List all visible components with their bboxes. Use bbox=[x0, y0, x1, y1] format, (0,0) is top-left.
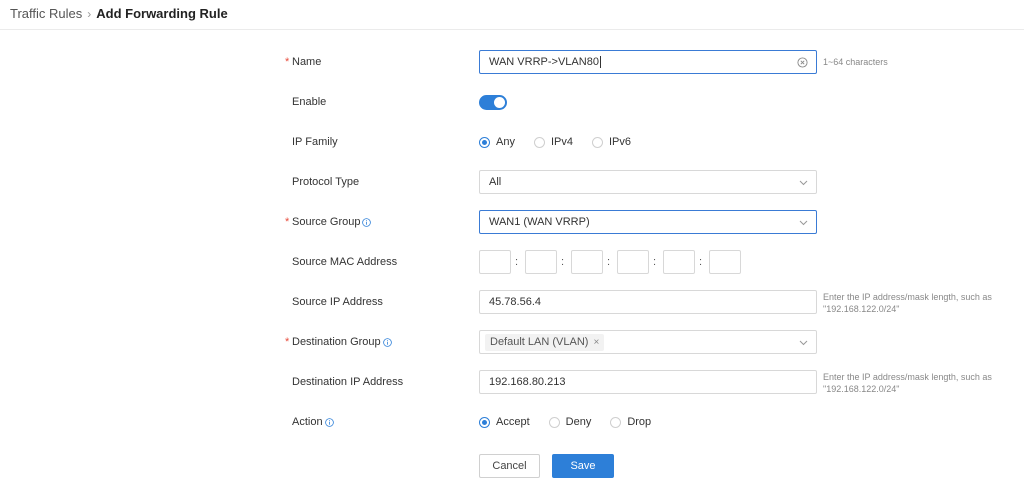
destination-group-select[interactable]: Default LAN (VLAN) × bbox=[479, 330, 817, 354]
destination-group-label: * Destination Group bbox=[285, 328, 392, 356]
enable-row: Enable bbox=[0, 88, 1024, 116]
radio-unchecked-icon[interactable] bbox=[533, 136, 545, 148]
source-group-row: * Source Group WAN1 (WAN VRRP) bbox=[0, 208, 1024, 236]
breadcrumb: Traffic Rules › Add Forwarding Rule bbox=[10, 6, 228, 21]
action-row: Action Accept Deny Drop bbox=[0, 408, 1024, 436]
ip-family-radio-group: Any IPv4 IPv6 bbox=[479, 128, 650, 156]
source-group-select[interactable]: WAN1 (WAN VRRP) bbox=[479, 210, 817, 234]
required-marker: * bbox=[285, 56, 290, 68]
protocol-type-select[interactable]: All bbox=[479, 170, 817, 194]
mac-separator: : bbox=[653, 256, 657, 268]
name-label: * Name bbox=[285, 48, 322, 76]
radio-label: Drop bbox=[627, 416, 652, 428]
cancel-button[interactable]: Cancel bbox=[479, 454, 540, 478]
protocol-type-label: Protocol Type bbox=[292, 176, 360, 188]
required-marker: * bbox=[285, 216, 290, 228]
radio-unchecked-icon[interactable] bbox=[610, 416, 622, 428]
save-button[interactable]: Save bbox=[552, 454, 614, 478]
required-marker: * bbox=[285, 336, 290, 348]
radio-label: IPv6 bbox=[608, 136, 631, 148]
action-option-deny[interactable]: Deny bbox=[548, 416, 592, 428]
mac-separator: : bbox=[607, 256, 611, 268]
mac-separator: : bbox=[699, 256, 703, 268]
hint-line: "192.168.122.0/24" bbox=[823, 384, 900, 394]
close-icon[interactable]: × bbox=[593, 334, 599, 351]
action-radio-group: Accept Deny Drop bbox=[479, 408, 670, 436]
action-label: Action bbox=[292, 408, 334, 436]
source-group-value: WAN1 (WAN VRRP) bbox=[489, 216, 590, 228]
source-ip-label: Source IP Address bbox=[292, 296, 383, 308]
enable-toggle[interactable] bbox=[479, 95, 507, 110]
hint-line: Enter the IP address/mask length, such a… bbox=[823, 292, 992, 302]
radio-label: Deny bbox=[565, 416, 592, 428]
hint-line: "192.168.122.0/24" bbox=[823, 304, 900, 314]
info-icon[interactable] bbox=[324, 417, 334, 427]
source-group-label-text: Source Group bbox=[292, 216, 361, 228]
source-mac-label: Source MAC Address bbox=[292, 256, 398, 268]
name-input[interactable]: WAN VRRP->VLAN80 bbox=[479, 50, 817, 74]
ip-family-row: IP Family Any IPv4 IPv6 bbox=[0, 128, 1024, 156]
source-mac-row: Source MAC Address : : : : : bbox=[0, 248, 1024, 276]
action-label-text: Action bbox=[292, 416, 323, 428]
ip-family-option-ipv4[interactable]: IPv4 bbox=[533, 136, 573, 148]
name-row: * Name WAN VRRP->VLAN80 1~64 characters bbox=[0, 48, 1024, 76]
action-option-drop[interactable]: Drop bbox=[610, 416, 651, 428]
source-ip-input[interactable]: 45.78.56.4 bbox=[479, 290, 817, 314]
destination-group-tag: Default LAN (VLAN) × bbox=[485, 334, 605, 351]
destination-ip-input[interactable]: 192.168.80.213 bbox=[479, 370, 817, 394]
info-icon[interactable] bbox=[362, 217, 372, 227]
radio-checked-icon[interactable] bbox=[479, 416, 490, 428]
chevron-down-icon bbox=[799, 180, 808, 186]
name-hint: 1~64 characters bbox=[823, 57, 888, 67]
tag-label: Default LAN (VLAN) bbox=[490, 336, 589, 348]
radio-label: IPv4 bbox=[550, 136, 573, 148]
hint-line: Enter the IP address/mask length, such a… bbox=[823, 372, 992, 382]
name-label-text: Name bbox=[292, 56, 322, 68]
mac-segment-input[interactable] bbox=[663, 250, 695, 274]
protocol-type-value: All bbox=[489, 176, 502, 188]
info-icon[interactable] bbox=[382, 337, 392, 347]
text-cursor bbox=[599, 56, 601, 69]
name-input-value: WAN VRRP->VLAN80 bbox=[489, 56, 599, 68]
enable-label: Enable bbox=[292, 96, 327, 108]
radio-unchecked-icon[interactable] bbox=[548, 416, 560, 428]
ip-family-option-ipv6[interactable]: IPv6 bbox=[591, 136, 631, 148]
breadcrumb-separator: › bbox=[87, 6, 92, 21]
mac-segment-input[interactable] bbox=[709, 250, 741, 274]
mac-segment-input[interactable] bbox=[525, 250, 557, 274]
destination-group-label-text: Destination Group bbox=[292, 336, 381, 348]
toggle-knob bbox=[494, 97, 505, 108]
mac-segment-input[interactable] bbox=[479, 250, 511, 274]
destination-ip-row: Destination IP Address 192.168.80.213 En… bbox=[0, 368, 1024, 396]
radio-checked-icon[interactable] bbox=[479, 136, 490, 148]
source-ip-row: Source IP Address 45.78.56.4 Enter the I… bbox=[0, 288, 1024, 316]
radio-label: Any bbox=[496, 136, 515, 148]
ip-family-label: IP Family bbox=[292, 136, 338, 148]
destination-ip-label: Destination IP Address bbox=[292, 376, 404, 388]
mac-segment-input[interactable] bbox=[617, 250, 649, 274]
radio-unchecked-icon[interactable] bbox=[591, 136, 603, 148]
destination-ip-value: 192.168.80.213 bbox=[489, 376, 566, 388]
breadcrumb-traffic-rules[interactable]: Traffic Rules bbox=[10, 6, 82, 21]
mac-segment-input[interactable] bbox=[571, 250, 603, 274]
chevron-down-icon bbox=[799, 220, 808, 226]
source-group-label: * Source Group bbox=[285, 208, 372, 236]
mac-separator: : bbox=[561, 256, 565, 268]
source-ip-hint: Enter the IP address/mask length, such a… bbox=[823, 291, 992, 315]
destination-ip-hint: Enter the IP address/mask length, such a… bbox=[823, 371, 992, 395]
action-option-accept[interactable]: Accept bbox=[479, 416, 530, 428]
page-title: Add Forwarding Rule bbox=[96, 6, 228, 21]
destination-group-row: * Destination Group Default LAN (VLAN) × bbox=[0, 328, 1024, 356]
ip-family-option-any[interactable]: Any bbox=[479, 136, 515, 148]
page-header: Traffic Rules › Add Forwarding Rule bbox=[0, 0, 1024, 30]
mac-separator: : bbox=[515, 256, 519, 268]
radio-label: Accept bbox=[496, 416, 530, 428]
source-ip-value: 45.78.56.4 bbox=[489, 296, 541, 308]
protocol-type-row: Protocol Type All bbox=[0, 168, 1024, 196]
chevron-down-icon bbox=[799, 340, 808, 346]
clear-circle-icon[interactable] bbox=[797, 57, 808, 68]
